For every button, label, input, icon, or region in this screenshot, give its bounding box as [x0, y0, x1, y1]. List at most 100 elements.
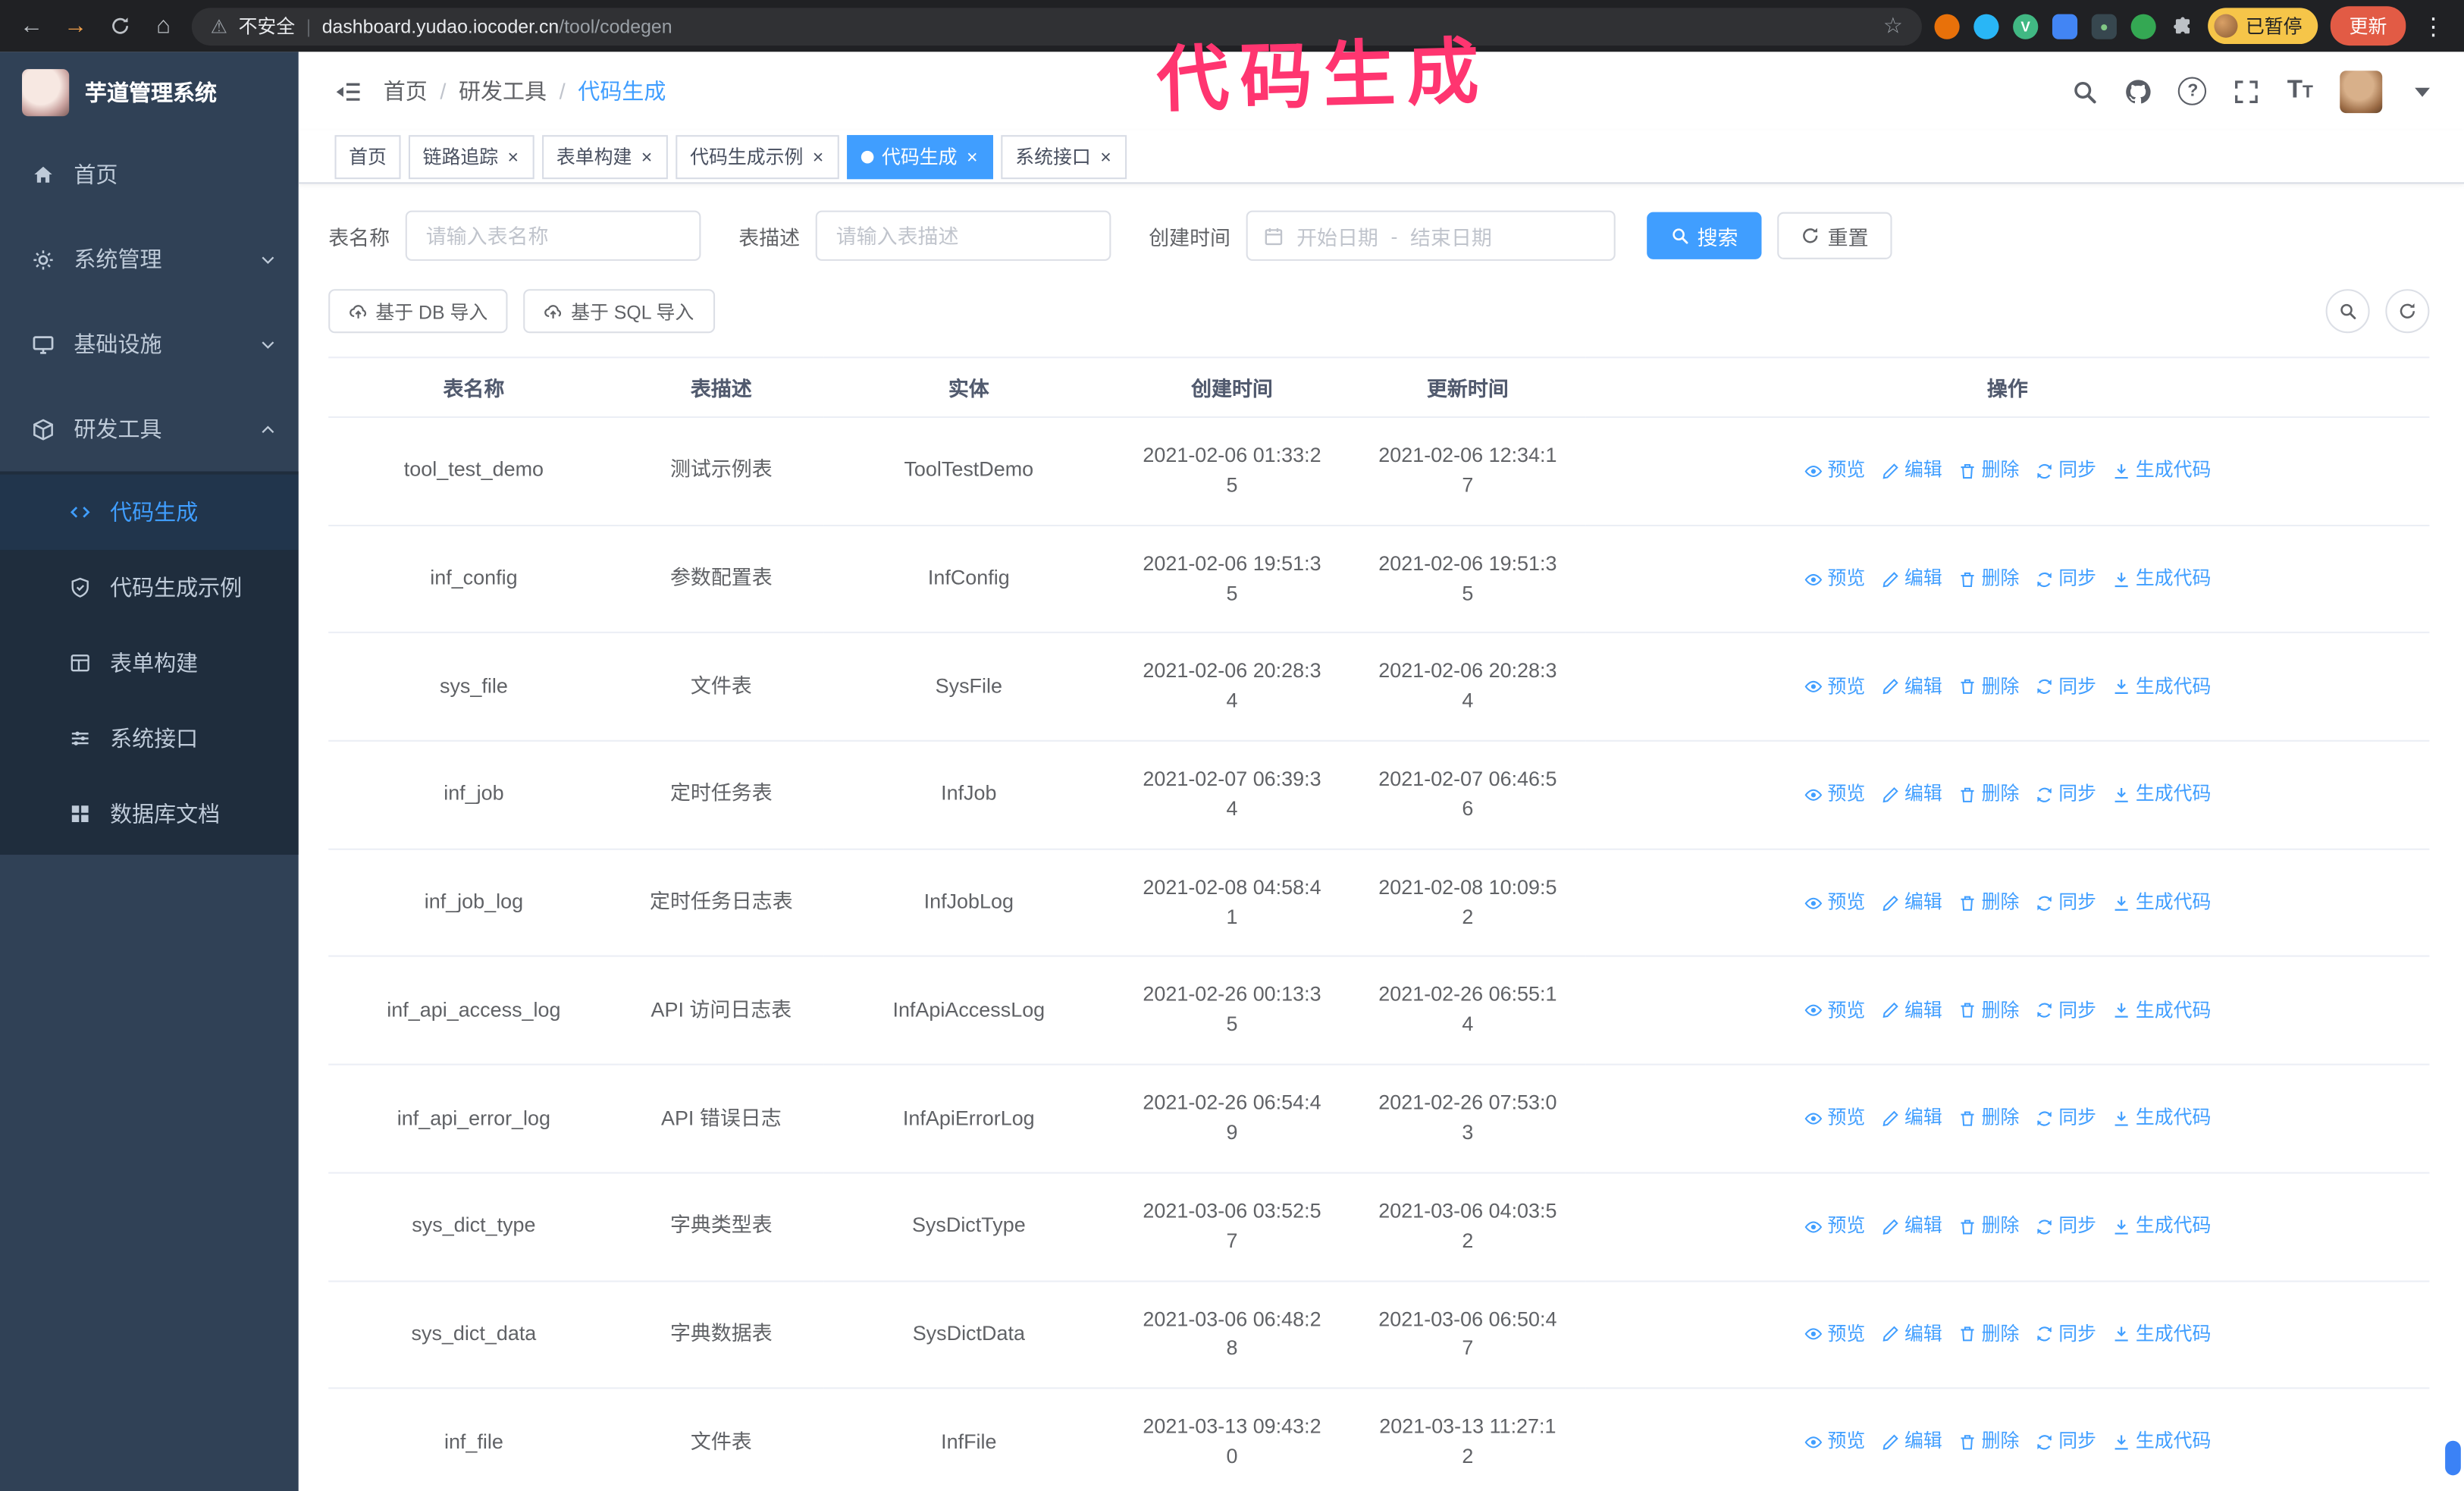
sidebar-subitem-form-build[interactable]: 表单构建 — [0, 626, 299, 701]
delete-link[interactable]: 删除 — [1958, 673, 2019, 701]
tab-tracing[interactable]: 链路追踪 × — [408, 134, 534, 179]
preview-link[interactable]: 预览 — [1804, 565, 1865, 592]
extension-icon[interactable]: ● — [2091, 13, 2117, 39]
sidebar-item-home[interactable]: 首页 — [0, 132, 299, 217]
generate-code-link[interactable]: 生成代码 — [2112, 457, 2211, 485]
generate-code-link[interactable]: 生成代码 — [2112, 781, 2211, 808]
generate-code-link[interactable]: 生成代码 — [2112, 1321, 2211, 1348]
header-search-icon[interactable] — [2072, 78, 2099, 105]
generate-code-link[interactable]: 生成代码 — [2112, 889, 2211, 916]
tab-home[interactable]: 首页 — [334, 134, 401, 179]
delete-link[interactable]: 删除 — [1958, 1429, 2019, 1456]
help-icon[interactable]: ? — [2178, 77, 2208, 105]
sync-link[interactable]: 同步 — [2035, 1429, 2096, 1456]
generate-code-link[interactable]: 生成代码 — [2112, 1105, 2211, 1132]
preview-link[interactable]: 预览 — [1804, 1321, 1865, 1348]
search-button[interactable]: 搜索 — [1647, 212, 1762, 259]
extensions-puzzle-icon[interactable] — [2170, 14, 2195, 39]
close-icon[interactable]: × — [506, 147, 520, 166]
preview-link[interactable]: 预览 — [1804, 781, 1865, 808]
edit-link[interactable]: 编辑 — [1881, 889, 1942, 916]
edit-link[interactable]: 编辑 — [1881, 565, 1942, 592]
generate-code-link[interactable]: 生成代码 — [2112, 997, 2211, 1025]
edit-link[interactable]: 编辑 — [1881, 1321, 1942, 1348]
sidebar-subitem-db-doc[interactable]: 数据库文档 — [0, 776, 299, 851]
delete-link[interactable]: 删除 — [1958, 565, 2019, 592]
refresh-table-button[interactable] — [2385, 289, 2430, 334]
table-name-input[interactable] — [405, 210, 701, 261]
extension-icon[interactable] — [2130, 13, 2156, 39]
breadcrumb-item[interactable]: 首页 — [384, 75, 428, 106]
tab-api[interactable]: 系统接口 × — [1001, 134, 1127, 179]
sync-link[interactable]: 同步 — [2035, 565, 2096, 592]
edit-link[interactable]: 编辑 — [1881, 673, 1942, 701]
preview-link[interactable]: 预览 — [1804, 997, 1865, 1025]
sync-link[interactable]: 同步 — [2035, 997, 2096, 1025]
generate-code-link[interactable]: 生成代码 — [2112, 1213, 2211, 1240]
preview-link[interactable]: 预览 — [1804, 889, 1865, 916]
generate-code-link[interactable]: 生成代码 — [2112, 565, 2211, 592]
sync-link[interactable]: 同步 — [2035, 1213, 2096, 1240]
sidebar-subitem-codegen[interactable]: 代码生成 — [0, 474, 299, 551]
edit-link[interactable]: 编辑 — [1881, 997, 1942, 1025]
avatar-caret-icon[interactable] — [2409, 78, 2435, 105]
browser-refresh-icon[interactable] — [104, 16, 135, 36]
update-button[interactable]: 更新 — [2330, 6, 2406, 46]
delete-link[interactable]: 删除 — [1958, 781, 2019, 808]
close-icon[interactable]: × — [965, 147, 980, 166]
github-icon[interactable] — [2125, 78, 2152, 105]
edit-link[interactable]: 编辑 — [1881, 1213, 1942, 1240]
tab-codegen-example[interactable]: 代码生成示例 × — [676, 134, 840, 179]
delete-link[interactable]: 删除 — [1958, 457, 2019, 485]
edit-link[interactable]: 编辑 — [1881, 1429, 1942, 1456]
table-desc-input[interactable] — [815, 210, 1111, 261]
sync-link[interactable]: 同步 — [2035, 673, 2096, 701]
close-icon[interactable]: × — [640, 147, 654, 166]
fullscreen-icon[interactable] — [2234, 78, 2260, 105]
bookmark-star-icon[interactable]: ☆ — [1883, 13, 1903, 39]
delete-link[interactable]: 删除 — [1958, 1105, 2019, 1132]
avatar[interactable] — [2340, 70, 2383, 113]
extension-icon[interactable] — [1934, 13, 1960, 39]
preview-link[interactable]: 预览 — [1804, 1105, 1865, 1132]
sidebar-item-infra[interactable]: 基础设施 — [0, 302, 299, 387]
browser-forward-icon[interactable]: → — [60, 13, 91, 39]
extension-icon[interactable] — [2052, 13, 2078, 39]
edit-link[interactable]: 编辑 — [1881, 457, 1942, 485]
sidebar-item-devtools[interactable]: 研发工具 — [0, 387, 299, 472]
delete-link[interactable]: 删除 — [1958, 997, 2019, 1025]
reset-button[interactable]: 重置 — [1777, 212, 1892, 259]
extension-icon[interactable]: V — [2013, 13, 2039, 39]
sidebar-subitem-codegen-example[interactable]: 代码生成示例 — [0, 550, 299, 625]
tab-codegen[interactable]: 代码生成 × — [847, 134, 994, 179]
sync-link[interactable]: 同步 — [2035, 1105, 2096, 1132]
extension-icon[interactable] — [1973, 13, 1999, 39]
delete-link[interactable]: 删除 — [1958, 1321, 2019, 1348]
delete-link[interactable]: 删除 — [1958, 1213, 2019, 1240]
sync-link[interactable]: 同步 — [2035, 457, 2096, 485]
toggle-search-button[interactable] — [2325, 289, 2370, 334]
import-db-button[interactable]: 基于 DB 导入 — [328, 289, 509, 334]
preview-link[interactable]: 预览 — [1804, 1429, 1865, 1456]
kebab-menu-icon[interactable]: ⋮ — [2419, 12, 2448, 40]
scrollbar-thumb[interactable] — [2445, 1440, 2461, 1476]
font-size-icon[interactable]: TT — [2287, 78, 2313, 104]
preview-link[interactable]: 预览 — [1804, 1213, 1865, 1240]
address-bar[interactable]: ⚠ 不安全 | dashboard.yudao.iocoder.cn/tool/… — [191, 7, 1922, 46]
preview-link[interactable]: 预览 — [1804, 673, 1865, 701]
sidebar-item-system[interactable]: 系统管理 — [0, 217, 299, 302]
breadcrumb-item[interactable]: 研发工具 — [459, 75, 547, 106]
sidebar-subitem-api[interactable]: 系统接口 — [0, 701, 299, 776]
generate-code-link[interactable]: 生成代码 — [2112, 673, 2211, 701]
browser-home-icon[interactable]: ⌂ — [148, 13, 179, 39]
paused-badge[interactable]: 已暂停 — [2208, 8, 2318, 45]
preview-link[interactable]: 预览 — [1804, 457, 1865, 485]
sidebar-toggle-icon[interactable] — [334, 78, 361, 105]
close-icon[interactable]: × — [811, 147, 826, 166]
delete-link[interactable]: 删除 — [1958, 889, 2019, 916]
sync-link[interactable]: 同步 — [2035, 781, 2096, 808]
edit-link[interactable]: 编辑 — [1881, 1105, 1942, 1132]
browser-back-icon[interactable]: ← — [16, 13, 47, 39]
edit-link[interactable]: 编辑 — [1881, 781, 1942, 808]
tab-form-build[interactable]: 表单构建 × — [542, 134, 669, 179]
